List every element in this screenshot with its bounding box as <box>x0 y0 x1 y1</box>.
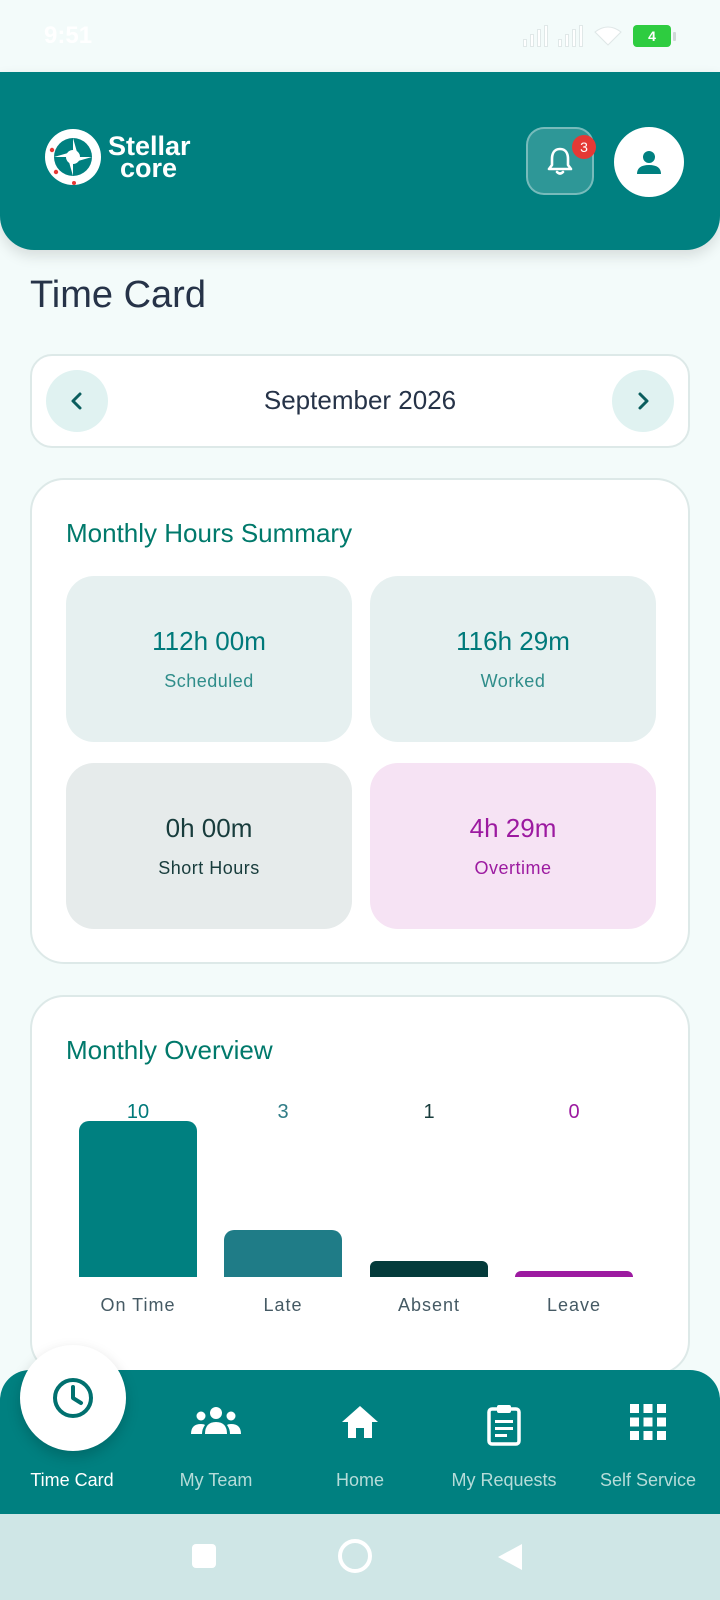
bell-icon <box>547 147 573 175</box>
short-hours-tile: 0h 00m Short Hours <box>66 763 352 929</box>
nav-my-requests[interactable]: My Requests <box>432 1370 576 1514</box>
month-selector: September 2026 <box>30 354 690 448</box>
worked-label: Worked <box>480 671 546 691</box>
app-header: Stellar core 3 <box>0 72 720 250</box>
bar-label-on-time: On Time <box>100 1295 176 1315</box>
monthly-overview-card: Monthly Overview 10 On Time 3 Late 1 Absent 0 L… <box>30 995 690 1375</box>
home-icon <box>342 1406 378 1438</box>
clock-icon <box>53 1378 93 1418</box>
overview-bar-chart: 10 On Time 3 Late 1 Absent 0 Leave <box>32 997 692 1377</box>
notification-count-badge: 3 <box>572 135 596 159</box>
chevron-right-icon <box>638 392 649 410</box>
time-card-fab[interactable] <box>20 1345 126 1451</box>
home-circle-icon[interactable] <box>337 1538 373 1574</box>
next-month-button[interactable] <box>612 370 674 432</box>
scheduled-label: Scheduled <box>164 671 254 691</box>
month-label: September 2026 <box>263 385 457 415</box>
bar-value-leave: 0 <box>568 1101 580 1123</box>
back-triangle-icon[interactable] <box>496 1542 524 1572</box>
nav-my-team-label: My Team <box>179 1470 253 1490</box>
wifi-icon <box>594 26 622 46</box>
logo: Stellar core <box>44 128 191 186</box>
bar-label-late: Late <box>263 1295 303 1315</box>
nav-home-label: Home <box>335 1470 384 1490</box>
worked-tile: 116h 29m Worked <box>370 576 656 742</box>
battery-icon: 4 <box>633 25 676 47</box>
bar-leave <box>515 1271 633 1277</box>
summary-title: Monthly Hours Summary <box>66 518 353 548</box>
status-time: 9:51 <box>44 22 93 49</box>
scheduled-value: 112h 00m <box>152 626 266 656</box>
recent-apps-icon[interactable] <box>190 1542 218 1570</box>
bar-value-absent: 1 <box>423 1101 435 1123</box>
notifications-button[interactable]: 3 <box>526 127 596 195</box>
short-hours-label: Short Hours <box>158 858 260 878</box>
overtime-value: 4h 29m <box>469 813 557 843</box>
nav-self-service-label: Self Service <box>599 1470 697 1490</box>
grid-icon <box>630 1404 666 1440</box>
profile-button[interactable] <box>614 127 684 197</box>
clipboard-icon <box>487 1405 521 1446</box>
overtime-label: Overtime <box>474 858 552 878</box>
logo-mark-icon <box>45 129 101 185</box>
monthly-hours-summary-card: Monthly Hours Summary 112h 00m Scheduled… <box>30 478 690 964</box>
logo-text: Stellar core <box>108 133 191 182</box>
short-hours-value: 0h 00m <box>165 813 253 843</box>
status-icons: 4 <box>523 25 676 47</box>
status-bar: 9:51 4 <box>0 0 720 72</box>
scheduled-tile: 112h 00m Scheduled <box>66 576 352 742</box>
worked-value: 116h 29m <box>456 626 570 656</box>
nav-home[interactable]: Home <box>288 1370 432 1514</box>
bar-label-leave: Leave <box>546 1295 602 1315</box>
signal-icon-2 <box>558 25 583 47</box>
battery-level: 4 <box>633 25 671 47</box>
bar-label-absent: Absent <box>397 1295 461 1315</box>
page-title: Time Card <box>30 274 206 316</box>
nav-self-service[interactable]: Self Service <box>576 1370 720 1514</box>
bar-absent <box>370 1261 488 1277</box>
bar-late <box>224 1230 342 1277</box>
nav-time-card-label: Time Card <box>30 1470 114 1490</box>
person-icon <box>637 151 661 174</box>
system-nav-bar <box>0 1514 720 1600</box>
nav-my-team[interactable]: My Team <box>144 1370 288 1514</box>
bar-value-late: 3 <box>277 1101 289 1123</box>
group-icon <box>191 1407 241 1434</box>
bar-on-time <box>79 1121 197 1277</box>
overtime-tile: 4h 29m Overtime <box>370 763 656 929</box>
signal-icon <box>523 25 548 47</box>
nav-my-requests-label: My Requests <box>451 1470 557 1490</box>
